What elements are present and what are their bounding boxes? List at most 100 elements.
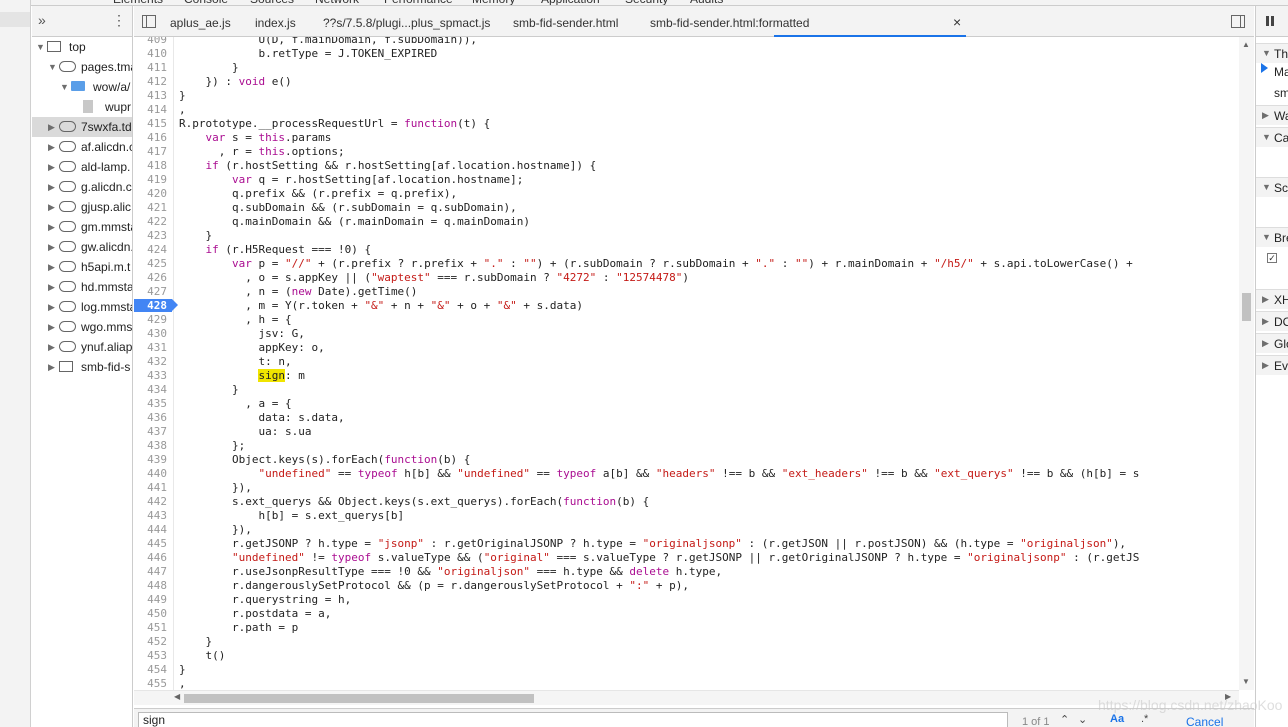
line-number[interactable]: 422 bbox=[134, 215, 167, 229]
code-line[interactable]: t() bbox=[179, 649, 225, 663]
code-line[interactable]: r.useJsonpResultType === !0 && "original… bbox=[179, 565, 722, 579]
horizontal-scroll-thumb[interactable] bbox=[184, 694, 534, 703]
line-number[interactable]: 443 bbox=[134, 509, 167, 523]
code-line[interactable]: ua: s.ua bbox=[179, 425, 311, 439]
code-line[interactable]: h[b] = s.ext_querys[b] bbox=[179, 509, 404, 523]
code-line[interactable]: } bbox=[179, 61, 239, 75]
code-line[interactable]: , m = Y(r.token + "&" + n + "&" + o + "&… bbox=[179, 299, 583, 313]
code-line[interactable]: jsv: G, bbox=[179, 327, 304, 341]
tab-plus-spmact[interactable]: ??s/7.5.8/plugi...plus_spmact.js bbox=[323, 16, 490, 30]
line-number[interactable]: 409 bbox=[134, 37, 167, 47]
code-line[interactable]: appKey: o, bbox=[179, 341, 324, 355]
close-icon[interactable]: × bbox=[953, 14, 961, 30]
code-line[interactable]: , h = { bbox=[179, 313, 291, 327]
line-number-gutter[interactable]: 409 410 411 412 413 414 415 416 417 418 419 420 421 4… bbox=[134, 37, 178, 690]
code-line[interactable]: t: n, bbox=[179, 355, 291, 369]
expand-arrow-down-icon[interactable]: ▼ bbox=[36, 37, 45, 57]
line-number[interactable]: 427 bbox=[134, 285, 167, 299]
code-line[interactable]: b.retType = J.TOKEN_EXPIRED bbox=[179, 47, 437, 61]
line-number[interactable]: 426 bbox=[134, 271, 167, 285]
sidebar-section[interactable]: ▼Sco bbox=[1256, 177, 1288, 197]
line-number[interactable]: 438 bbox=[134, 439, 167, 453]
tree-item[interactable]: ▶ h5api.m.t bbox=[32, 257, 132, 277]
line-number[interactable]: 414 bbox=[134, 103, 167, 117]
line-number[interactable]: 429 bbox=[134, 313, 167, 327]
line-number[interactable]: 444 bbox=[134, 523, 167, 537]
tree-item[interactable]: ▶ af.alicdn.c bbox=[32, 137, 132, 157]
line-number[interactable]: 425 bbox=[134, 257, 167, 271]
sidebar-section[interactable]: ▼Cal bbox=[1256, 127, 1288, 147]
line-number[interactable]: 451 bbox=[134, 621, 167, 635]
line-number[interactable]: 421 bbox=[134, 201, 167, 215]
expand-arrow-right-icon[interactable]: ▶ bbox=[1262, 338, 1269, 349]
expand-arrow-right-icon[interactable]: ▶ bbox=[48, 337, 55, 357]
tab-aplus-ae[interactable]: aplus_ae.js bbox=[170, 16, 231, 30]
code-line[interactable]: , bbox=[179, 677, 186, 690]
code-line[interactable]: } bbox=[179, 383, 239, 397]
code-line[interactable]: r.path = p bbox=[179, 621, 298, 635]
expand-arrow-right-icon[interactable]: ▶ bbox=[48, 117, 55, 137]
expand-arrow-right-icon[interactable]: ▶ bbox=[48, 357, 55, 377]
sidebar-section[interactable]: ▶ Glo bbox=[1256, 333, 1288, 353]
pause-icon[interactable] bbox=[1266, 16, 1274, 26]
expand-arrow-down-icon[interactable]: ▼ bbox=[1262, 232, 1271, 242]
line-number[interactable]: 431 bbox=[134, 341, 167, 355]
code-line[interactable]: if (r.hostSetting && r.hostSetting[af.lo… bbox=[179, 159, 597, 173]
expand-arrow-right-icon[interactable]: ▶ bbox=[1262, 110, 1269, 121]
code-line[interactable]: }), bbox=[179, 523, 252, 537]
tree-item[interactable]: ▶ log.mmsta bbox=[32, 297, 132, 317]
expand-arrow-right-icon[interactable]: ▶ bbox=[1262, 294, 1269, 305]
code-line[interactable]: r.dangerouslySetProtocol && (p = r.dange… bbox=[179, 579, 689, 593]
sidebar-section[interactable]: ▼Bre bbox=[1256, 227, 1288, 247]
code-line[interactable]: , a = { bbox=[179, 397, 291, 411]
scroll-up-icon[interactable]: ▲ bbox=[1242, 40, 1250, 49]
vertical-dots-icon[interactable]: ⋮ bbox=[112, 12, 126, 29]
line-number[interactable]: 440 bbox=[134, 467, 167, 481]
line-number[interactable]: 446 bbox=[134, 551, 167, 565]
tree-item[interactable]: ▶ smb-fid-s bbox=[32, 357, 132, 377]
vertical-scroll-thumb[interactable] bbox=[1242, 293, 1251, 321]
line-number[interactable]: 435 bbox=[134, 397, 167, 411]
expand-arrow-down-icon[interactable]: ▼ bbox=[1262, 132, 1271, 142]
line-number[interactable]: 419 bbox=[134, 173, 167, 187]
code-line[interactable]: }) : void e() bbox=[179, 75, 291, 89]
line-number[interactable]: 424 bbox=[134, 243, 167, 257]
line-number[interactable]: 434 bbox=[134, 383, 167, 397]
expand-arrow-right-icon[interactable]: ▶ bbox=[48, 197, 55, 217]
tree-item[interactable]: ▶ hd.mmsta bbox=[32, 277, 132, 297]
expand-arrow-right-icon[interactable]: ▶ bbox=[48, 237, 55, 257]
tab-smb-fid-sender-formatted[interactable]: smb-fid-sender.html:formatted bbox=[650, 16, 809, 30]
code-content[interactable]: U(D, f.mainDomain, f.subDomain)), b.retT… bbox=[174, 37, 1239, 690]
code-line[interactable]: "undefined" != typeof s.valueType && ("o… bbox=[179, 551, 1139, 565]
tree-item[interactable]: ▼ wow/a/ bbox=[32, 77, 132, 97]
code-line[interactable]: U(D, f.mainDomain, f.subDomain)), bbox=[179, 37, 477, 47]
code-line[interactable]: } bbox=[179, 229, 212, 243]
scroll-left-icon[interactable]: ◀ bbox=[174, 692, 180, 701]
code-line[interactable]: s.ext_querys && Object.keys(s.ext_querys… bbox=[179, 495, 649, 509]
line-number[interactable]: 447 bbox=[134, 565, 167, 579]
double-chevron-right-icon[interactable]: » bbox=[38, 12, 46, 28]
chevron-up-icon[interactable]: ⌃ bbox=[1060, 713, 1069, 726]
search-input[interactable] bbox=[138, 712, 1008, 727]
match-case-button[interactable]: Aa bbox=[1110, 713, 1124, 725]
line-number[interactable]: 432 bbox=[134, 355, 167, 369]
line-number[interactable]: 420 bbox=[134, 187, 167, 201]
code-line[interactable]: q.subDomain && (r.subDomain = q.subDomai… bbox=[179, 201, 517, 215]
tree-item[interactable]: ▶ gjusp.alic bbox=[32, 197, 132, 217]
code-line[interactable]: } bbox=[179, 663, 186, 677]
code-line[interactable]: , n = (new Date).getTime() bbox=[179, 285, 417, 299]
tree-item[interactable]: ▶ g.alicdn.co bbox=[32, 177, 132, 197]
tree-item[interactable]: ▶ ald-lamp. bbox=[32, 157, 132, 177]
code-line[interactable]: q.mainDomain && (r.mainDomain = q.mainDo… bbox=[179, 215, 530, 229]
line-number[interactable]: 441 bbox=[134, 481, 167, 495]
line-number[interactable]: 453 bbox=[134, 649, 167, 663]
code-line[interactable]: r.postdata = a, bbox=[179, 607, 331, 621]
code-line[interactable]: }), bbox=[179, 481, 252, 495]
code-line[interactable]: data: s.data, bbox=[179, 411, 344, 425]
code-line[interactable]: } bbox=[179, 89, 186, 103]
expand-arrow-right-icon[interactable]: ▶ bbox=[48, 257, 55, 277]
tree-item[interactable]: ▶ ynuf.aliap bbox=[32, 337, 132, 357]
sidebar-section[interactable]: ▼Thr bbox=[1256, 43, 1288, 63]
expand-arrow-right-icon[interactable]: ▶ bbox=[48, 157, 55, 177]
line-number[interactable]: 415 bbox=[134, 117, 167, 131]
